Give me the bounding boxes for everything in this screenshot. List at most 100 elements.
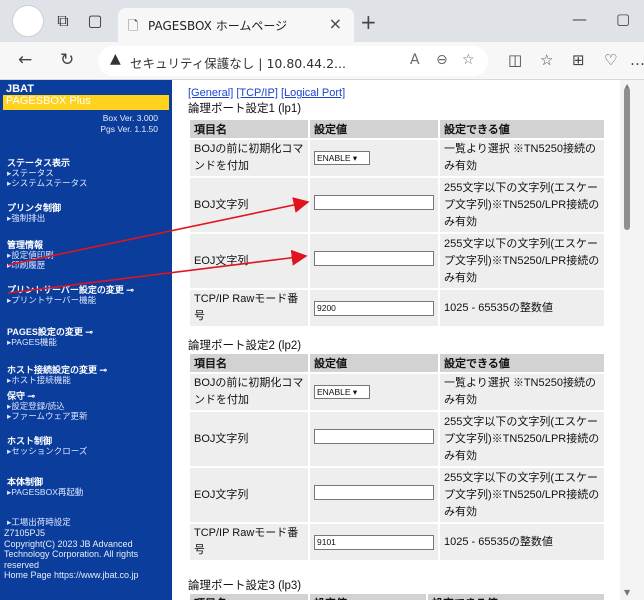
favorite-star-icon[interactable]: ☆ — [462, 52, 475, 68]
setting-value-cell: 9101 — [310, 524, 438, 560]
table-row: EOJ文字列 255文字以下の文字列(エスケープ文字列)※TN5250/LPR接続… — [190, 468, 604, 522]
init-command-select[interactable]: ENABLE ▾ — [314, 384, 370, 399]
link-general[interactable]: [General] — [188, 87, 233, 99]
sidebar-item[interactable]: ▸ファームウェア更新 — [7, 410, 88, 422]
sidebar-item[interactable]: ▸工場出荷時設定 — [7, 516, 71, 528]
setting-value-cell — [310, 178, 438, 232]
table-row: BOJ文字列 255文字以下の文字列(エスケープ文字列)※TN5250/LPR接続… — [190, 412, 604, 466]
column-header: 設定値 — [310, 354, 438, 372]
pgs-version: Pgs Ver. 1.1.50 — [100, 124, 158, 134]
product-name: PAGESBOX Plus — [3, 95, 169, 110]
allowed-values: 255文字以下の文字列(エスケープ文字列)※TN5250/LPR接続のみ有効 — [440, 412, 604, 466]
setting-value-cell: 9200 — [310, 290, 438, 326]
allowed-values: 255文字以下の文字列(エスケープ文字列)※TN5250/LPR接続のみ有効 — [440, 468, 604, 522]
setting-name: BOJ文字列 — [190, 412, 308, 466]
setting-name: BOJの前に初期化コマンドを付加 — [190, 140, 308, 176]
collections-btn-icon[interactable]: ⊞ — [572, 51, 585, 69]
table-row: BOJ文字列 255文字以下の文字列(エスケープ文字列)※TN5250/LPR接続… — [190, 178, 604, 232]
collections-icon[interactable]: ⧉ — [52, 10, 74, 32]
column-header: 項目名 — [190, 120, 308, 138]
setting-name: TCP/IP Rawモード番号 — [190, 524, 308, 560]
allowed-values: 255文字以下の文字列(エスケープ文字列)※TN5250/LPR接続のみ有効 — [440, 234, 604, 288]
allowed-values: 一覧より選択 ※TN5250接続のみ有効 — [440, 140, 604, 176]
zoom-icon[interactable]: ⊖ — [436, 52, 448, 68]
browser-tab-strip: ⧉ ▢ 🗋 PAGESBOX ホームページ × + — ▢ — [0, 0, 644, 42]
column-header: 設定できる値 — [440, 354, 604, 372]
new-tab-icon[interactable]: + — [360, 10, 377, 34]
setting-name: EOJ文字列 — [190, 468, 308, 522]
menu-icon[interactable]: … — [630, 51, 644, 69]
browser-tab[interactable]: 🗋 PAGESBOX ホームページ × — [118, 8, 354, 42]
port-title: 論理ポート設定1 (lp1) — [188, 103, 302, 115]
sidebar-item[interactable]: ▸PAGESBOX再起動 — [7, 486, 83, 498]
favorites-icon[interactable]: ☆ — [540, 51, 553, 69]
allowed-values: 一覧より選択 ※TN5250接続のみ有効 — [440, 374, 604, 410]
tab-title: PAGESBOX ホームページ — [148, 19, 288, 33]
sidebar-item[interactable]: ▸プリントサーバー機能 — [7, 294, 96, 306]
copyright: Z7105PJ5 Copyright(C) 2023 JB Advanced T… — [4, 528, 139, 580]
sidebar-item[interactable]: ▸印刷履歴 — [7, 259, 45, 271]
brand-name: JBAT — [6, 83, 34, 95]
allowed-values: 1025 - 65535の整数値 — [440, 290, 604, 326]
table-row: BOJの前に初期化コマンドを付加 ENABLE ▾ 一覧より選択 ※TN5250接続… — [190, 374, 604, 410]
setting-name: BOJ文字列 — [190, 178, 308, 232]
setting-value-cell — [310, 234, 438, 288]
sidebar-item[interactable]: ▸システムステータス — [7, 177, 88, 189]
address-bar[interactable]: ▲ セキュリティ保護なし | 10.80.44.2... A ⊖ ☆ — [98, 46, 488, 76]
setting-value-cell — [310, 412, 438, 466]
setting-name: TCP/IP Rawモード番号 — [190, 290, 308, 326]
sidebar-item[interactable]: ▸強制排出 — [7, 212, 45, 224]
setting-value-cell — [310, 468, 438, 522]
refresh-icon[interactable]: ↻ — [60, 50, 74, 70]
sidebar: JBAT PAGESBOX Plus Box Ver. 3.000 Pgs Ve… — [0, 80, 172, 600]
split-screen-icon[interactable]: ◫ — [508, 51, 522, 69]
link-logical-port[interactable]: [Logical Port] — [281, 87, 345, 99]
port-title: 論理ポート設定3 (lp3) — [188, 580, 302, 592]
setting-value-cell: ENABLE ▾ — [310, 140, 438, 176]
raw-port-input[interactable]: 9200 — [314, 300, 434, 316]
allowed-values: 1025 - 65535の整数値 — [440, 524, 604, 560]
security-label: セキュリティ保護なし — [130, 56, 255, 71]
port-settings-table: 項目名設定値設定できる値 — [188, 592, 606, 600]
table-row: EOJ文字列 255文字以下の文字列(エスケープ文字列)※TN5250/LPR接続… — [190, 234, 604, 288]
address-bar-row: ← ↻ ▲ セキュリティ保護なし | 10.80.44.2... A ⊖ ☆ ◫… — [0, 42, 644, 80]
main-content: [General] [TCP/IP] [Logical Port] 論理ポート設… — [172, 80, 620, 600]
sidebar-item[interactable]: ▸ホスト接続機能 — [7, 374, 71, 386]
close-tab-icon[interactable]: × — [329, 14, 342, 33]
sidebar-item[interactable]: ▸セッションクローズ — [7, 445, 87, 457]
link-tcpip[interactable]: [TCP/IP] — [236, 87, 278, 99]
maximize-icon[interactable]: ▢ — [616, 10, 630, 28]
scrollbar[interactable]: ▲ ▼ — [620, 80, 644, 600]
scroll-down-icon[interactable]: ▼ — [624, 588, 630, 597]
box-version: Box Ver. 3.000 — [102, 113, 158, 123]
scroll-thumb[interactable] — [624, 88, 630, 230]
column-header: 設定できる値 — [440, 120, 604, 138]
raw-port-input[interactable]: 9101 — [314, 534, 434, 550]
setting-name: EOJ文字列 — [190, 234, 308, 288]
port-title: 論理ポート設定2 (lp2) — [188, 340, 302, 352]
profile-avatar[interactable] — [12, 5, 44, 37]
read-aloud-icon[interactable]: A — [410, 52, 420, 68]
setting-value-cell: ENABLE ▾ — [310, 374, 438, 410]
section-links: [General] [TCP/IP] [Logical Port] — [188, 87, 345, 99]
column-header: 設定値 — [310, 120, 438, 138]
boj-input[interactable] — [314, 428, 434, 444]
sidebar-item[interactable]: ▸PAGES機能 — [7, 336, 57, 348]
warning-icon: ▲ — [110, 51, 121, 67]
boj-input[interactable] — [314, 194, 434, 210]
eoj-input[interactable] — [314, 484, 434, 500]
column-header: 設定値 — [310, 594, 426, 600]
port-settings-table: 項目名 設定値 設定できる値 BOJの前に初期化コマンドを付加 ENABLE ▾ 一覧より… — [188, 118, 606, 328]
init-command-select[interactable]: ENABLE ▾ — [314, 150, 370, 165]
back-icon[interactable]: ← — [18, 50, 32, 70]
url-text: 10.80.44.2... — [266, 56, 346, 71]
minimize-icon[interactable]: — — [572, 10, 587, 28]
table-row: BOJの前に初期化コマンドを付加 ENABLE ▾ 一覧より選択 ※TN5250接続… — [190, 140, 604, 176]
tab-actions-icon[interactable]: ▢ — [84, 10, 106, 32]
table-row: TCP/IP Rawモード番号 9101 1025 - 65535の整数値 — [190, 524, 604, 560]
eoj-input[interactable] — [314, 250, 434, 266]
setting-name: BOJの前に初期化コマンドを付加 — [190, 374, 308, 410]
extensions-icon[interactable]: ♡ — [604, 51, 617, 69]
allowed-values: 255文字以下の文字列(エスケープ文字列)※TN5250/LPR接続のみ有効 — [440, 178, 604, 232]
column-header: 項目名 — [190, 354, 308, 372]
